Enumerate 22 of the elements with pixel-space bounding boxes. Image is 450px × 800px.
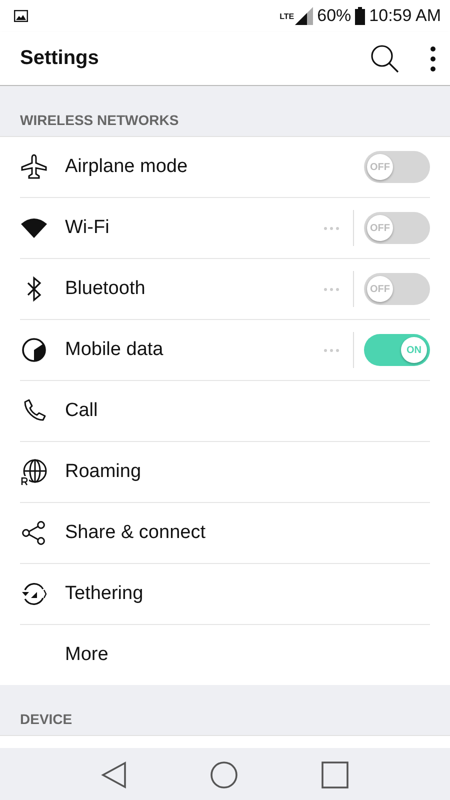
half-circle-icon [20,336,48,364]
airplane-icon [20,153,48,181]
section-header: DEVICE [20,711,72,727]
more-dots-icon[interactable] [324,288,339,290]
screen-title: Settings [20,47,100,70]
more-dots-icon[interactable] [324,348,339,352]
share-icon [20,519,48,547]
more-options-button[interactable] [430,46,436,72]
clock: 10:59 AM [369,6,441,26]
section-header: WIRELESS NETWORKS [20,112,179,128]
recents-button[interactable] [320,761,349,789]
tethering-icon [20,580,48,608]
battery-level: 60% [317,6,352,26]
search-button[interactable] [370,44,400,74]
home-button[interactable] [210,761,238,789]
back-button[interactable] [101,761,128,789]
network-type: LTE [280,12,294,21]
globe-icon [20,458,48,486]
image-icon [14,10,28,22]
signal-icon [295,7,314,25]
more-dots-icon[interactable] [324,226,339,230]
battery-icon [355,7,366,25]
